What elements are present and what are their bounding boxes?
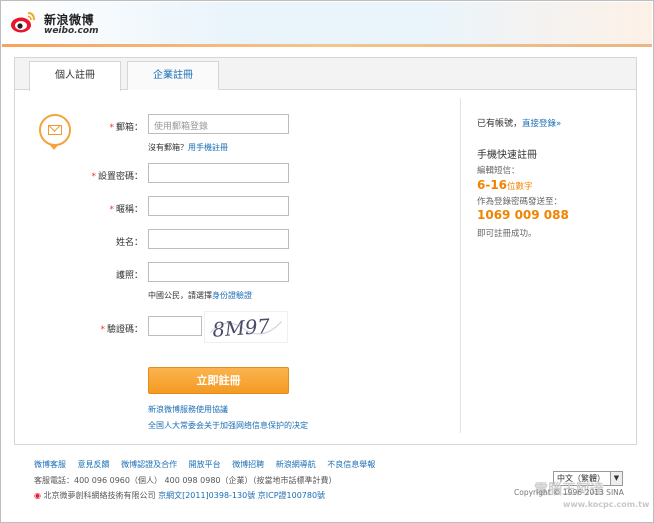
nickname-label: * 暱稱：	[109, 205, 143, 215]
chevron-down-icon[interactable]: ▼	[610, 472, 622, 485]
footer-link[interactable]: 微博招聘	[232, 460, 264, 469]
no-email-hint: 沒有郵箱？用手機註冊	[148, 143, 228, 152]
required-mark: *	[109, 205, 114, 215]
sidebar-title: 手機快速註冊	[477, 150, 537, 161]
header-divider	[2, 44, 652, 47]
sms-digits: 6-16位數字	[477, 178, 533, 192]
register-button[interactable]: 立即註冊	[148, 367, 289, 394]
captcha-text: 8M97	[212, 315, 272, 342]
register-tabs: 個人註冊 企業註冊	[15, 58, 636, 91]
footer-hotline: 客服電話：400 096 0960（個人） 400 098 0980（企業）（按…	[34, 476, 337, 485]
weibo-small-logo-icon: ◉	[34, 491, 41, 500]
footer-link[interactable]: 開放平台	[189, 460, 221, 469]
sms-phone-number: 1069 009 088	[477, 208, 569, 222]
top-banner: 新浪微博 weibo.com	[2, 2, 652, 44]
password-field[interactable]	[148, 163, 289, 183]
weibo-logo-icon[interactable]	[10, 10, 36, 34]
service-agreement-link[interactable]: 新浪微博服務使用協議	[148, 404, 228, 415]
phone-register-link[interactable]: 用手機註冊	[188, 143, 228, 152]
id-label: 護照：	[115, 271, 143, 281]
mail-icon	[39, 114, 71, 146]
sms-step3: 即可註冊成功。	[477, 229, 537, 239]
login-link[interactable]: 直接登錄»	[522, 119, 561, 129]
sms-step2: 作為登錄密碼發送至：	[477, 197, 563, 207]
tab-personal[interactable]: 個人註冊	[29, 61, 121, 91]
logo-text-en: weibo.com	[44, 26, 99, 36]
id-field[interactable]	[148, 262, 289, 282]
privacy-decision-link[interactable]: 全国人大常委会关于加强网络信息保护的决定	[148, 420, 308, 431]
footer-link[interactable]: 意見反饋	[78, 460, 110, 469]
required-mark: *	[100, 325, 105, 335]
required-mark: *	[109, 123, 114, 133]
footer-company-line: ◉ 北京微夢創科網絡技術有限公司 京網文[2011]0398-130號 京ICP…	[34, 491, 326, 500]
id-verify-link[interactable]: 身份證驗證	[212, 291, 252, 300]
email-field[interactable]: 使用郵箱登錄	[148, 114, 289, 134]
register-panel: 個人註冊 企業註冊 * 郵箱： 使用郵箱登錄 沒有郵箱？用手機註冊 * 設置密碼： …	[14, 57, 637, 445]
id-hint: 中國公民，請選擇身份證驗證	[148, 291, 252, 300]
name-field[interactable]	[148, 229, 289, 249]
footer-link[interactable]: 新浪網導航	[276, 460, 316, 469]
captcha-image[interactable]: 8M97	[204, 311, 288, 343]
nickname-field[interactable]	[148, 196, 289, 216]
password-label: * 設置密碼：	[91, 172, 143, 182]
sidebar-divider	[460, 98, 461, 433]
required-mark: *	[91, 172, 96, 182]
captcha-field[interactable]	[148, 316, 202, 336]
browser-frame: 新浪微博 weibo.com 個人註冊 企業註冊 * 郵箱： 使用郵箱登錄 沒有郵…	[0, 0, 654, 523]
copyright-text: Copyright © 1996-2013 SINA	[514, 488, 624, 497]
watermark-url: www.kocpc.com.tw	[563, 500, 650, 509]
footer-link[interactable]: 微博認證及合作	[121, 460, 177, 469]
email-label: * 郵箱：	[109, 123, 143, 133]
captcha-label: * 驗證碼：	[100, 325, 143, 335]
tab-enterprise[interactable]: 企業註冊	[127, 61, 219, 90]
icp-cert-link[interactable]: 京ICP證100780號	[258, 491, 325, 500]
footer-link[interactable]: 不良信息舉報	[327, 460, 375, 469]
login-prompt: 已有帳號，直接登錄»	[477, 119, 562, 129]
sms-step1: 編輯短信：	[477, 166, 520, 176]
icp-license-link[interactable]: 京網文[2011]0398-130號	[158, 491, 255, 500]
name-label: 姓名：	[115, 238, 143, 248]
footer-links: 微博客服 意見反饋 微博認證及合作 開放平台 微博招聘 新浪網導航 不良信息舉報	[34, 459, 384, 470]
mail-icon-pointer	[49, 144, 59, 150]
envelope-icon	[48, 125, 62, 135]
footer-link[interactable]: 微博客服	[34, 460, 66, 469]
